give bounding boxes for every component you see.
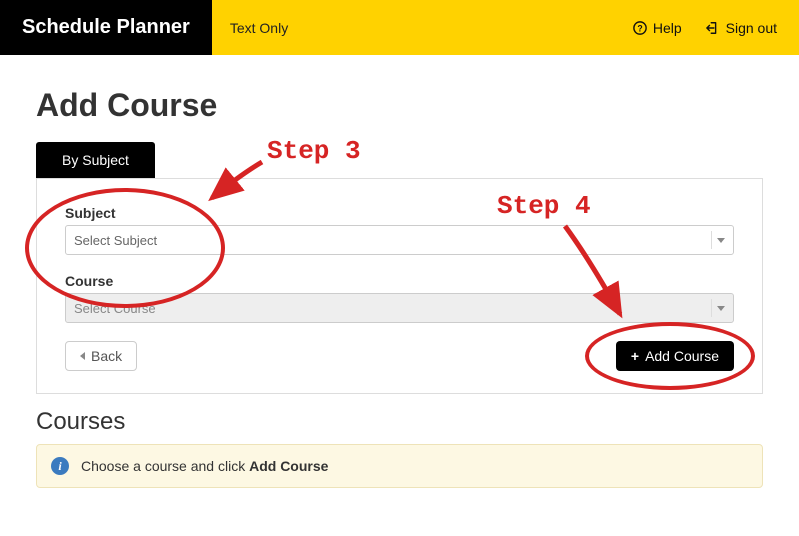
back-button[interactable]: Back [65, 341, 137, 371]
info-box: i Choose a course and click Add Course [36, 444, 763, 488]
info-prefix: Choose a course and click [81, 458, 249, 474]
info-text: Choose a course and click Add Course [81, 458, 328, 474]
form-panel: Subject Select Subject Course Select Cou… [36, 178, 763, 394]
add-course-button[interactable]: + Add Course [616, 341, 734, 371]
plus-icon: + [631, 348, 639, 364]
content: Add Course By Subject Subject Select Sub… [0, 55, 799, 488]
course-group: Course Select Course [65, 273, 734, 323]
text-only-link[interactable]: Text Only [230, 20, 288, 36]
tabs: By Subject [36, 142, 763, 178]
help-label: Help [653, 20, 682, 36]
top-nav: Text Only [212, 0, 288, 55]
subject-group: Subject Select Subject [65, 205, 734, 255]
course-label: Course [65, 273, 734, 289]
help-link[interactable]: ? Help [633, 20, 682, 36]
course-select[interactable]: Select Course [65, 293, 734, 323]
courses-heading: Courses [36, 408, 763, 436]
svg-text:?: ? [637, 23, 642, 33]
top-bar: Schedule Planner Text Only ? Help Sign o… [0, 0, 799, 55]
top-right: ? Help Sign out [633, 0, 799, 55]
back-label: Back [91, 348, 122, 364]
tab-by-subject[interactable]: By Subject [36, 142, 155, 178]
brand-title: Schedule Planner [0, 0, 212, 55]
course-placeholder: Select Course [74, 301, 156, 316]
subject-select[interactable]: Select Subject [65, 225, 734, 255]
signout-link[interactable]: Sign out [706, 20, 777, 36]
info-icon: i [51, 457, 69, 475]
chevron-left-icon [80, 352, 85, 360]
chevron-down-icon [711, 231, 729, 249]
help-icon: ? [633, 21, 647, 35]
info-bold: Add Course [249, 458, 328, 474]
add-course-label: Add Course [645, 348, 719, 364]
subject-placeholder: Select Subject [74, 233, 157, 248]
signout-label: Sign out [726, 20, 777, 36]
page-title: Add Course [36, 87, 763, 124]
signout-icon [706, 21, 720, 35]
chevron-down-icon [711, 299, 729, 317]
subject-label: Subject [65, 205, 734, 221]
form-actions: Back + Add Course [65, 341, 734, 371]
